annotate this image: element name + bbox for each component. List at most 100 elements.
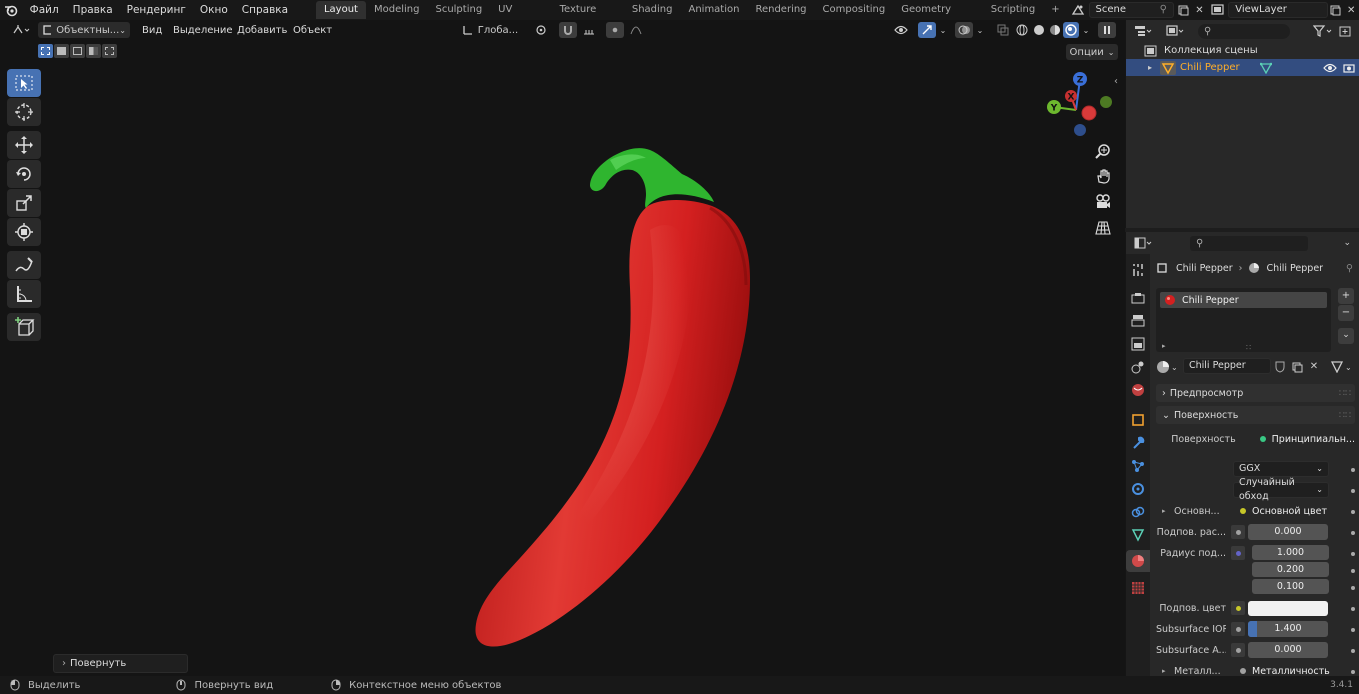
select-intersect-icon[interactable] (102, 44, 117, 58)
chevron-down-icon[interactable]: ⌄ (1343, 238, 1351, 248)
outliner-row-collection[interactable]: Коллекция сцены (1126, 42, 1359, 59)
keyframe-dot-icon[interactable] (1351, 489, 1355, 493)
modifier-tab-icon[interactable] (1130, 435, 1146, 451)
expand-arrow-icon[interactable]: ▸ (1162, 667, 1174, 675)
eye-icon[interactable] (1323, 63, 1337, 73)
tab-modeling[interactable]: Modeling (366, 1, 428, 19)
object-name[interactable]: Chili Pepper (1180, 62, 1240, 73)
pause-render-button[interactable] (1098, 22, 1116, 38)
subsurface-radius-z-field[interactable]: 0.100 (1252, 579, 1329, 594)
tab-sculpting[interactable]: Sculpting (427, 1, 490, 19)
editor-type-button[interactable] (8, 22, 34, 38)
visibility-button[interactable] (888, 22, 914, 38)
transform-orientation-selector[interactable]: Глоба... (456, 22, 524, 38)
material-browse-button[interactable]: ⌄ (1156, 358, 1182, 376)
drag-handle-icon[interactable]: ∷∷ (1339, 388, 1351, 399)
properties-search-input[interactable]: ⚲ (1190, 235, 1308, 251)
cursor-tool[interactable] (7, 98, 41, 126)
keyframe-dot-icon[interactable] (1351, 670, 1355, 674)
gizmo-dropdown[interactable]: ⌄ (937, 22, 949, 38)
particles-tab-icon[interactable] (1130, 458, 1146, 474)
keyframe-dot-icon[interactable] (1351, 569, 1355, 573)
metallic-link[interactable]: Металличность (1252, 666, 1330, 677)
tab-layout[interactable]: Layout (315, 1, 366, 19)
view-layer-icon[interactable] (1207, 4, 1228, 16)
keyframe-dot-icon[interactable] (1351, 531, 1355, 535)
measure-tool[interactable] (7, 280, 41, 308)
keyframe-dot-icon[interactable] (1351, 552, 1355, 556)
proportional-editing-toggle[interactable] (606, 22, 624, 38)
expand-arrow-icon[interactable]: ▸ (1148, 63, 1160, 72)
add-cube-tool[interactable] (7, 313, 41, 341)
subsurface-radius-x-field[interactable]: 1.000 (1252, 545, 1329, 560)
perspective-grid-icon[interactable] (1093, 218, 1113, 238)
keyframe-dot-icon[interactable] (1351, 468, 1355, 472)
material-tab-icon[interactable] (1126, 550, 1150, 572)
scene-field[interactable]: Scene ⚲ (1088, 2, 1174, 18)
shading-dropdown[interactable]: ⌄ (1080, 22, 1092, 38)
snap-target-button[interactable] (578, 22, 602, 38)
view-layer-field[interactable]: ViewLayer (1228, 2, 1328, 18)
scene-icon[interactable] (1068, 4, 1089, 16)
material-slot-list[interactable]: Chili Pepper ▸ ∷ (1156, 288, 1331, 352)
mesh-data-icon[interactable] (1259, 62, 1272, 74)
view-layer-tab-icon[interactable] (1130, 336, 1146, 352)
menu-object[interactable]: Объект (285, 25, 340, 36)
properties-editor[interactable]: ⚲ ⌄ Chili Pepper › Chili Pepper ⚲ Chili … (1125, 232, 1359, 677)
expand-arrow-icon[interactable]: ▸ (1162, 342, 1166, 350)
drag-handle-icon[interactable]: ∷∷ (1339, 410, 1351, 421)
filter-icon[interactable] (1313, 25, 1333, 37)
subsurface-method-select[interactable]: Случайный обход ⌄ (1233, 477, 1329, 502)
menu-file[interactable]: Файл (23, 0, 66, 20)
subsurface-value-field[interactable]: 0.000 (1248, 524, 1328, 540)
pan-hand-icon[interactable] (1093, 166, 1113, 186)
3d-viewport[interactable]: Объектны... ⌄ Вид Выделение Добавить Объ… (0, 20, 1125, 676)
tab-animation[interactable]: Animation (680, 1, 747, 19)
material-name-field[interactable]: Chili Pepper (1183, 358, 1271, 374)
new-scene-icon[interactable] (1176, 2, 1192, 18)
xray-toggle[interactable] (994, 22, 1012, 38)
mode-selector[interactable]: Объектны... ⌄ (38, 22, 130, 38)
keyframe-dot-icon[interactable] (1351, 649, 1355, 653)
texture-tab-icon[interactable] (1130, 580, 1146, 596)
tab-uv-editing[interactable]: UV Editing (490, 1, 551, 33)
subsurface-color-swatch[interactable] (1248, 600, 1328, 616)
select-subtract-icon[interactable] (70, 44, 85, 58)
overlays-toggle[interactable] (955, 22, 973, 38)
shading-wireframe[interactable] (1014, 22, 1030, 38)
subsurface-ior-link-button[interactable] (1231, 622, 1245, 636)
menu-window[interactable]: Окно (193, 0, 235, 20)
data-tab-icon[interactable] (1130, 527, 1146, 543)
new-collection-icon[interactable] (1339, 25, 1351, 37)
transform-tool[interactable] (7, 218, 41, 246)
link-type-icon[interactable]: ⌄ (1331, 358, 1357, 376)
blender-logo-icon[interactable] (0, 3, 23, 17)
delete-scene-icon[interactable]: ✕ (1192, 5, 1208, 16)
keyframe-dot-icon[interactable] (1351, 586, 1355, 590)
menu-edit[interactable]: Правка (66, 0, 120, 20)
delete-view-layer-icon[interactable]: ✕ (1343, 5, 1359, 16)
base-color-link[interactable]: Основной цвет (1252, 506, 1327, 517)
move-tool[interactable] (7, 131, 41, 159)
snap-toggle[interactable] (559, 22, 577, 38)
tab-texture-paint[interactable]: Texture Paint (552, 1, 624, 33)
scale-tool[interactable] (7, 189, 41, 217)
subsurface-radius-link-button[interactable] (1231, 546, 1245, 560)
fake-user-icon[interactable] (1272, 358, 1288, 376)
keyframe-dot-icon[interactable] (1351, 628, 1355, 632)
rotate-tool[interactable] (7, 160, 41, 188)
properties-editor-icon[interactable] (1134, 237, 1160, 249)
tool-tab-icon[interactable] (1130, 262, 1146, 278)
surface-shader-value[interactable]: Принципиальн... (1272, 434, 1355, 445)
subsurface-color-link-button[interactable] (1231, 601, 1245, 615)
camera-render-icon[interactable] (1343, 63, 1355, 73)
subsurface-anisotropy-link-button[interactable] (1231, 643, 1245, 657)
constraints-tab-icon[interactable] (1130, 504, 1146, 520)
shading-rendered[interactable] (1063, 22, 1079, 38)
expand-arrow-icon[interactable]: ▸ (1162, 507, 1174, 515)
chili-pepper-object[interactable] (460, 120, 770, 650)
scene-tab-icon[interactable] (1130, 359, 1146, 375)
new-view-layer-icon[interactable] (1328, 2, 1344, 18)
outliner-row-chili-pepper[interactable]: ▸ Chili Pepper (1126, 59, 1359, 76)
select-invert-icon[interactable] (86, 44, 101, 58)
